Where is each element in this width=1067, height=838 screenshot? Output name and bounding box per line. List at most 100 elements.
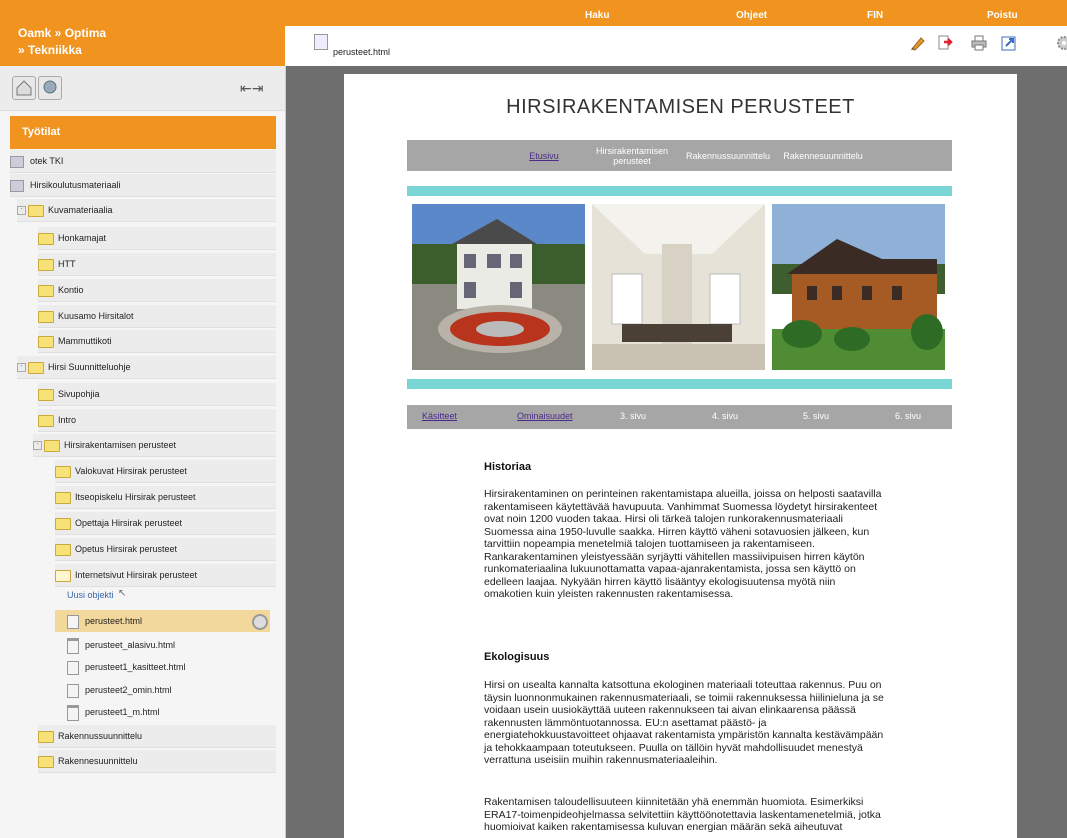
html-file-icon: [67, 660, 79, 675]
tree-item-opetus[interactable]: Opetus Hirsirak perusteet: [55, 538, 276, 561]
html-file-icon: [67, 683, 79, 698]
settings-icon[interactable]: [1055, 34, 1067, 52]
subnav-ominaisuudet[interactable]: Ominaisuudet: [517, 411, 573, 421]
folder-icon: [28, 204, 44, 217]
section-title-ekologisuus: Ekologisuus: [484, 651, 550, 663]
sidebar-header: ⇤⇥: [0, 66, 285, 111]
tree-item-rakennesuunnittelu[interactable]: Rakennesuunnittelu: [38, 750, 276, 773]
nav-hirsirakentamisen-perusteet[interactable]: Hirsirakentamisen perusteet: [592, 140, 672, 171]
section-title-historiaa: Historiaa: [484, 461, 532, 473]
html-file-icon: [67, 614, 79, 629]
house-photo-1: [412, 204, 585, 370]
tree-item-kuusamo-hirsitalot[interactable]: Kuusamo Hirsitalot: [38, 305, 276, 328]
tree-item-otek-tki[interactable]: otek TKI: [10, 150, 276, 173]
tree-item-perusteet1-m[interactable]: perusteet1_m.html: [67, 701, 257, 723]
nav-rakennesuunnittelu[interactable]: Rakennesuunnittelu: [777, 140, 869, 171]
collapse-arrows-icon[interactable]: ⇤⇥: [240, 80, 263, 97]
folder-icon: [55, 491, 71, 504]
folder-icon: [38, 258, 54, 271]
folder-icon: [38, 310, 54, 323]
folder-icon: [38, 284, 54, 297]
nav-rakennussuunnittelu[interactable]: Rakennussuunnittelu: [682, 140, 774, 171]
folder-icon: [28, 361, 44, 374]
tree-item-perusteet1-kasitteet[interactable]: perusteet1_kasitteet.html: [67, 656, 257, 678]
tree-item-rakennussuunnittelu[interactable]: Rakennussuunnittelu: [38, 725, 276, 748]
subnav-page-3[interactable]: 3. sivu: [620, 411, 646, 421]
tree-item-itseopiskelu[interactable]: Itseopiskelu Hirsirak perusteet: [55, 486, 276, 509]
tree-item-kontio[interactable]: Kontio: [38, 279, 276, 302]
tree-item-hirsi-suunnitteluohje[interactable]: - Hirsi Suunnitteluohje: [17, 356, 276, 379]
folder-icon: [38, 388, 54, 401]
document-subnav: Käsitteet Ominaisuudet 3. sivu 4. sivu 5…: [407, 405, 952, 429]
export-icon[interactable]: [937, 34, 955, 52]
tree-item-perusteet-html[interactable]: perusteet.html: [67, 610, 257, 632]
subnav-kasitteet[interactable]: Käsitteet: [422, 411, 457, 421]
tree-item-intro[interactable]: Intro: [38, 409, 276, 432]
section-text-historiaa: Hirsirakentaminen on perinteinen rakenta…: [484, 488, 882, 600]
breadcrumb-line-2[interactable]: » Tekniikka: [18, 43, 82, 57]
folder-icon: [38, 730, 54, 743]
search-objects-icon[interactable]: [38, 76, 62, 100]
language-link[interactable]: FIN: [867, 10, 883, 21]
tree-item-internetsivut[interactable]: Internetsivut Hirsirak perusteet: [55, 564, 276, 587]
tree-item-sivupohjia[interactable]: Sivupohjia: [38, 383, 276, 406]
teal-divider: [407, 186, 952, 196]
tree-item-hirsirakentamisen-perusteet[interactable]: - Hirsirakentamisen perusteet: [33, 434, 276, 457]
template-file-icon: [67, 637, 79, 654]
workspace-icon: [10, 155, 24, 168]
new-object-link[interactable]: Uusi objekti: [67, 590, 114, 600]
edit-icon[interactable]: [909, 34, 927, 52]
open-new-window-icon[interactable]: [1000, 34, 1018, 52]
nav-etusivu[interactable]: Etusivu: [519, 140, 569, 171]
page-title: HIRSIRAKENTAMISEN PERUSTEET: [506, 96, 855, 118]
subnav-page-6[interactable]: 6. sivu: [895, 411, 921, 421]
workspace-label: Työtilat: [22, 126, 61, 138]
collapse-toggle[interactable]: -: [17, 363, 26, 373]
document-icon: [314, 34, 328, 50]
template-file-icon: [67, 704, 79, 721]
folder-icon: [38, 335, 54, 348]
item-settings-icon[interactable]: [252, 614, 268, 630]
open-folder-icon: [55, 569, 71, 582]
search-link[interactable]: Haku: [585, 10, 609, 21]
guides-link[interactable]: Ohjeet: [736, 10, 767, 21]
tree-item-htt[interactable]: HTT: [38, 253, 276, 276]
tree-item-perusteet-alasivu[interactable]: perusteet_alasivu.html: [67, 634, 257, 656]
section-text-taloudellisuus: Rakentamisen taloudellisuuteen kiinnitet…: [484, 796, 881, 833]
document-nav: Etusivu Hirsirakentamisen perusteet Rake…: [407, 140, 952, 171]
cursor-icon: ↖: [118, 588, 127, 599]
folder-icon: [55, 465, 71, 478]
print-icon[interactable]: [970, 34, 988, 52]
folder-icon: [55, 517, 71, 530]
document-page: HIRSIRAKENTAMISEN PERUSTEET Etusivu Hirs…: [344, 74, 1017, 838]
tree-item-honkamajat[interactable]: Honkamajat: [38, 227, 276, 250]
teal-divider-2: [407, 379, 952, 389]
top-bar: Haku Ohjeet FIN Poistu: [0, 0, 1067, 26]
tree-item-hirsikoulutusmateriaali[interactable]: Hirsikoulutusmateriaali: [10, 174, 276, 197]
workspace-icon: [10, 179, 24, 192]
tab-label: perusteet.html: [333, 47, 391, 57]
tree-item-mammuttikoti[interactable]: Mammuttikoti: [38, 330, 276, 353]
folder-icon: [44, 439, 60, 452]
house-photo-2: [772, 204, 945, 370]
folder-icon: [38, 755, 54, 768]
home-icon[interactable]: [12, 76, 36, 100]
workspace-header[interactable]: Työtilat: [10, 116, 276, 149]
collapse-toggle[interactable]: -: [33, 441, 42, 451]
subnav-page-5[interactable]: 5. sivu: [803, 411, 829, 421]
tree-item-valokuvat[interactable]: Valokuvat Hirsirak perusteet: [55, 460, 276, 483]
subnav-page-4[interactable]: 4. sivu: [712, 411, 738, 421]
breadcrumb: Oamk » Optima » Tekniikka: [0, 26, 285, 66]
collapse-toggle[interactable]: -: [17, 206, 26, 216]
breadcrumb-line-1[interactable]: Oamk » Optima: [18, 26, 106, 40]
folder-icon: [55, 543, 71, 556]
section-text-ekologisuus: Hirsi on usealta kannalta katsottuna eko…: [484, 679, 884, 766]
interior-photo: [592, 204, 765, 370]
tree-item-perusteet2-omin[interactable]: perusteet2_omin.html: [67, 679, 257, 701]
folder-icon: [38, 232, 54, 245]
tree-item-opettaja[interactable]: Opettaja Hirsirak perusteet: [55, 512, 276, 535]
tab-perusteet[interactable]: perusteet.html: [311, 32, 401, 58]
folder-icon: [38, 414, 54, 427]
tree-item-kuvamateriaalia[interactable]: - Kuvamateriaalia: [17, 199, 276, 222]
logout-link[interactable]: Poistu: [987, 10, 1018, 21]
